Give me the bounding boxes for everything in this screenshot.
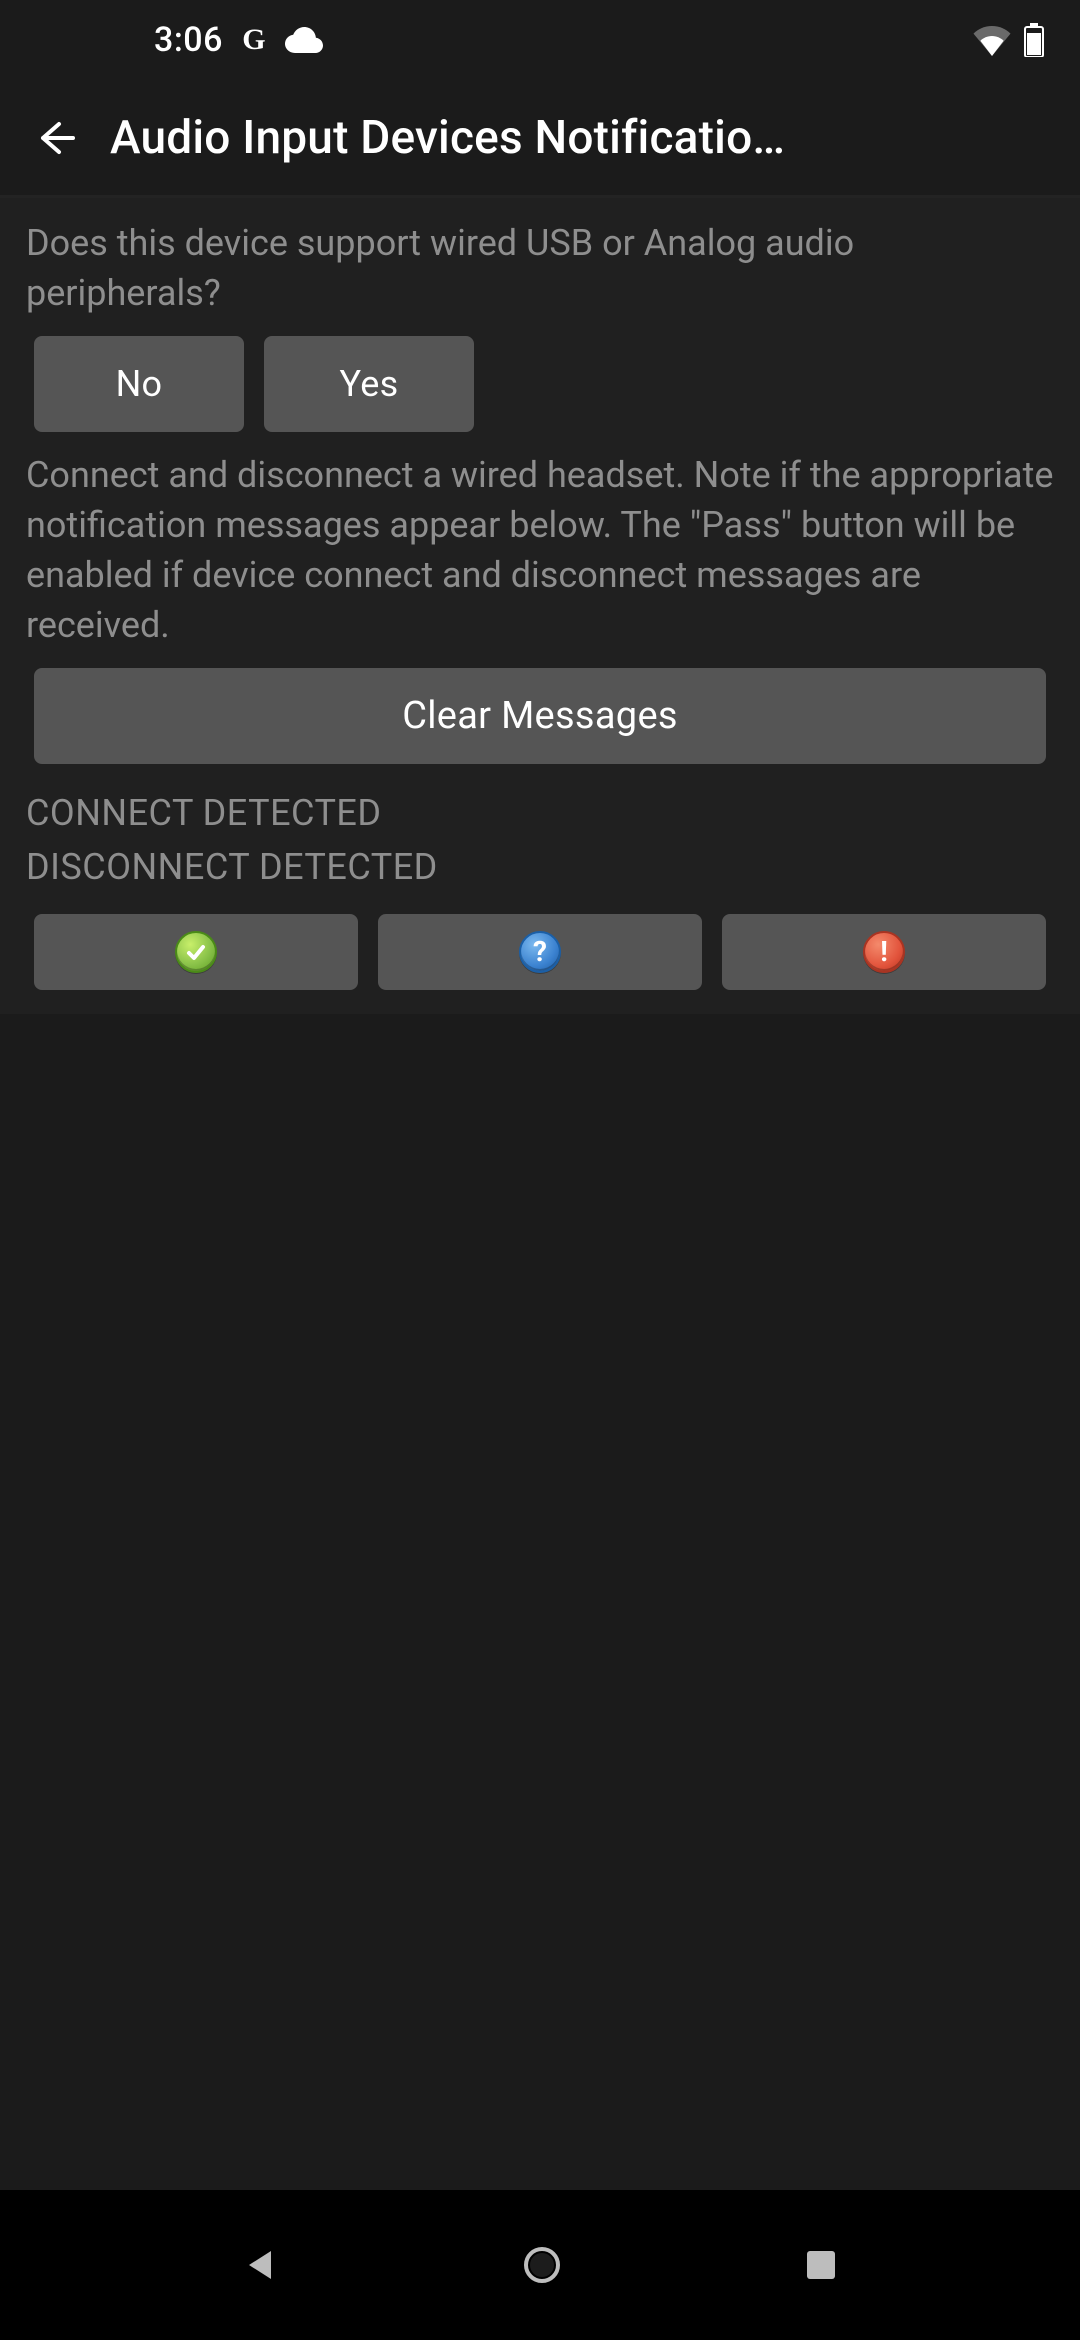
battery-icon xyxy=(1024,23,1044,57)
wifi-icon xyxy=(972,24,1012,56)
yes-no-row: No Yes xyxy=(0,336,1080,450)
no-button-label: No xyxy=(116,363,163,405)
question-text: Does this device support wired USB or An… xyxy=(0,198,1080,336)
arrow-left-icon xyxy=(33,116,77,160)
message-log: CONNECT DETECTED DISCONNECT DETECTED xyxy=(0,786,1080,914)
pass-button[interactable] xyxy=(34,914,358,990)
instructions-text: Connect and disconnect a wired headset. … xyxy=(0,450,1080,668)
status-bar: 3:06 G xyxy=(0,0,1080,80)
nav-home-button[interactable] xyxy=(522,2245,562,2285)
clear-messages-button[interactable]: Clear Messages xyxy=(34,668,1046,764)
result-button-row: ? ! xyxy=(0,914,1080,1014)
clear-messages-label: Clear Messages xyxy=(402,694,678,738)
page-title: Audio Input Devices Notificatio… xyxy=(110,111,1056,165)
no-button[interactable]: No xyxy=(34,336,244,432)
circle-home-icon xyxy=(522,2245,562,2285)
screen-root: 3:06 G Audio Input Devices Notificatio… … xyxy=(0,0,1080,2340)
nav-recent-button[interactable] xyxy=(803,2247,839,2283)
square-recent-icon xyxy=(803,2247,839,2283)
status-left: 3:06 G xyxy=(0,20,323,60)
content-area: Does this device support wired USB or An… xyxy=(0,198,1080,1014)
question-icon: ? xyxy=(519,931,561,973)
status-time: 3:06 xyxy=(154,20,223,60)
log-line: CONNECT DETECTED xyxy=(26,786,1080,840)
yes-button[interactable]: Yes xyxy=(264,336,474,432)
log-line: DISCONNECT DETECTED xyxy=(26,840,1080,894)
fail-button[interactable]: ! xyxy=(722,914,1046,990)
alert-icon: ! xyxy=(863,931,905,973)
cloud-icon xyxy=(285,27,323,53)
yes-button-label: Yes xyxy=(339,363,398,405)
check-icon xyxy=(175,931,217,973)
triangle-back-icon xyxy=(241,2245,281,2285)
nav-back-button[interactable] xyxy=(241,2245,281,2285)
status-right xyxy=(972,23,1044,57)
google-g-icon: G xyxy=(237,23,271,57)
info-button[interactable]: ? xyxy=(378,914,702,990)
app-bar: Audio Input Devices Notificatio… xyxy=(0,80,1080,195)
system-nav-bar xyxy=(0,2190,1080,2340)
back-button[interactable] xyxy=(0,80,110,195)
